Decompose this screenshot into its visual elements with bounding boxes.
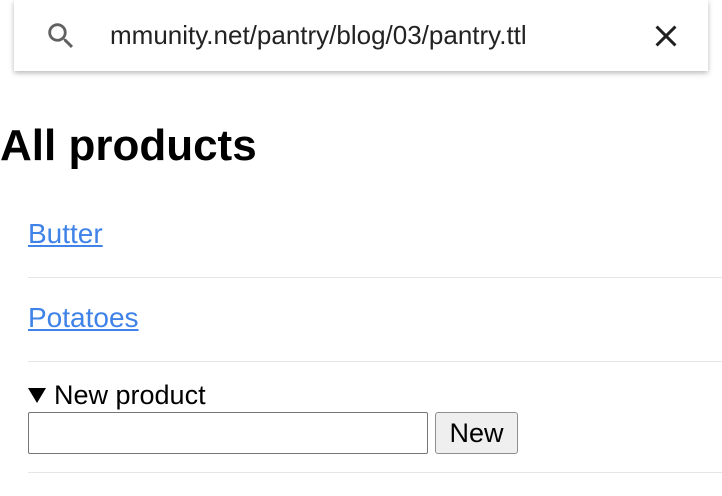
close-icon[interactable] [648, 18, 684, 54]
page-title: All products [0, 121, 257, 170]
search-input[interactable] [110, 13, 630, 57]
new-product-section: New product New [28, 362, 722, 473]
list-item: Butter [28, 194, 722, 278]
product-list: Butter Potatoes [28, 194, 722, 362]
new-product-input[interactable] [28, 412, 428, 454]
triangle-down-icon [28, 387, 46, 403]
product-link-potatoes[interactable]: Potatoes [28, 300, 139, 336]
new-button[interactable]: New [435, 412, 518, 454]
search-bar [14, 0, 708, 71]
new-product-label: New product [54, 380, 206, 410]
new-product-summary[interactable]: New product [28, 378, 206, 412]
product-link-butter[interactable]: Butter [28, 216, 103, 252]
list-item: Potatoes [28, 278, 722, 362]
search-icon[interactable] [44, 19, 78, 53]
